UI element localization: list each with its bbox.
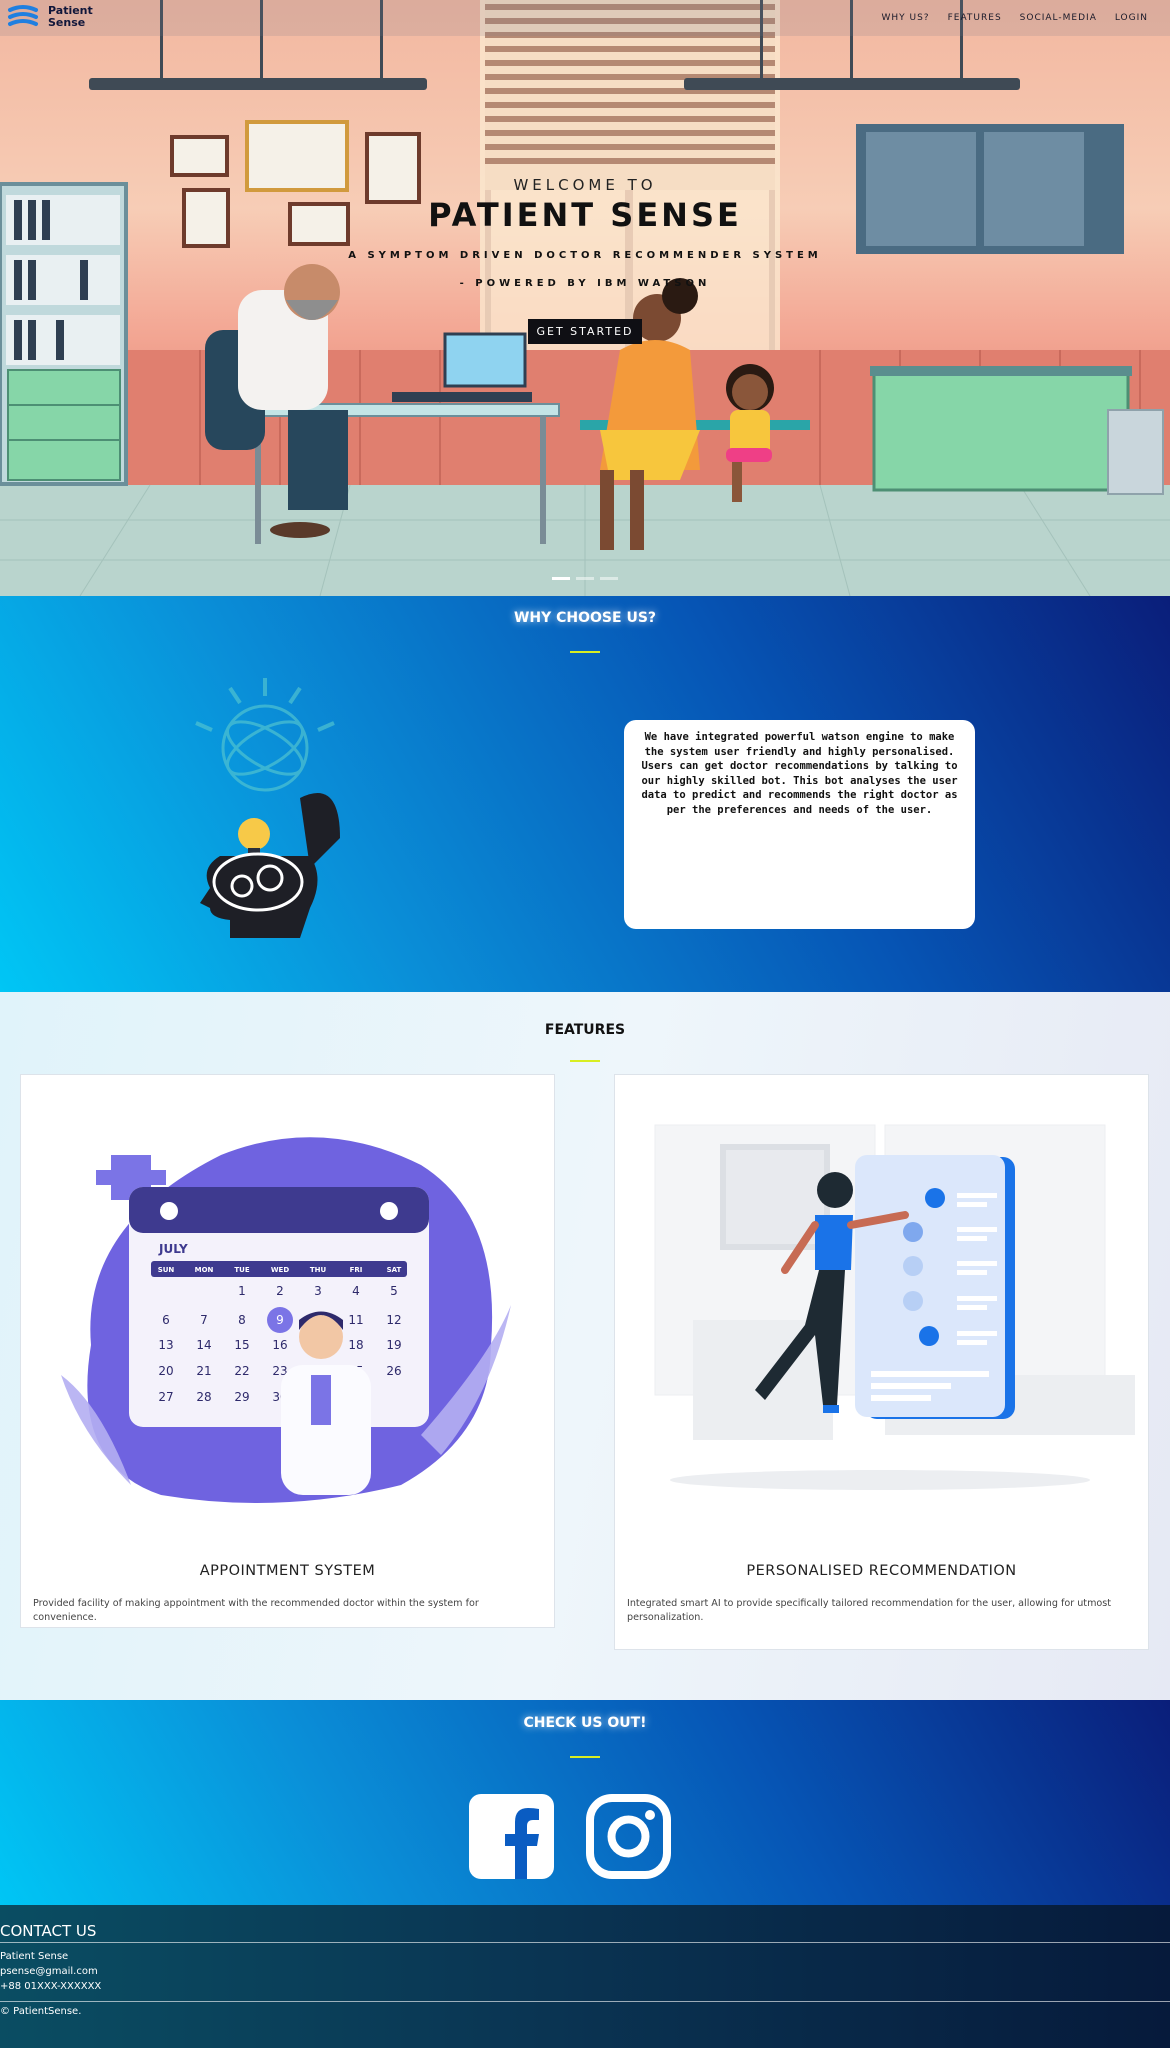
nav-link-login[interactable]: LOGIN [1115, 13, 1148, 23]
calendar-date-11: 11 [348, 1313, 363, 1327]
contact-email[interactable]: psense@gmail.com [0, 1966, 98, 1977]
calendar-date-27: 27 [158, 1390, 173, 1404]
hero-welcome: WELCOME TO [513, 176, 657, 194]
calendar-day-sun: SUN [158, 1266, 175, 1274]
hero-powered-by: - POWERED BY IBM WATSON [459, 278, 711, 289]
get-started-button[interactable]: GET STARTED [528, 319, 642, 344]
calendar-date-18: 18 [348, 1338, 363, 1352]
social-title-underline [570, 1756, 600, 1758]
calendar-day-sat: SAT [387, 1266, 402, 1274]
top-navbar: Patient Sense WHY US? FEATURES SOCIAL-ME… [0, 0, 1170, 36]
calendar-date-9: 9 [276, 1313, 284, 1327]
calendar-date-8: 8 [238, 1313, 246, 1327]
appointment-card-text: Provided facility of making appointment … [33, 1598, 479, 1623]
logo-text: Patient Sense [48, 5, 93, 29]
calendar-date-4: 4 [352, 1284, 360, 1298]
ai-brain-illustration [195, 678, 340, 938]
hero-tagline: A SYMPTOM DRIVEN DOCTOR RECOMMENDER SYST… [348, 250, 822, 261]
contact-phone[interactable]: +88 01XXX-XXXXXX [0, 1981, 101, 1992]
calendar-date-6: 6 [162, 1313, 170, 1327]
head-gears-icon [200, 793, 340, 938]
why-description-text: We have integrated powerful watson engin… [641, 731, 958, 816]
calendar-day-mon: MON [195, 1266, 214, 1274]
facebook-icon[interactable] [469, 1794, 554, 1879]
hero-title: PATIENT SENSE [428, 196, 742, 234]
logo-line-2: Sense [48, 16, 86, 29]
why-section-title: WHY CHOOSE US? [513, 610, 657, 626]
calendar-date-26: 26 [386, 1364, 401, 1378]
features-section: FEATURES JULY SUN MON TUE WED THU FRI SA… [0, 992, 1170, 1700]
contact-name: Patient Sense [0, 1951, 69, 1962]
carousel-dot-3[interactable] [600, 577, 618, 580]
contact-footer: CONTACT US Patient Sense psense@gmail.co… [0, 1905, 1170, 2048]
calendar-date-22: 22 [234, 1364, 249, 1378]
calendar-date-19: 19 [386, 1338, 401, 1352]
nav-link-features[interactable]: FEATURES [948, 13, 1002, 23]
calendar-date-20: 20 [158, 1364, 173, 1378]
why-title-underline [570, 651, 600, 653]
calendar-date-28: 28 [196, 1390, 211, 1404]
calendar-date-1: 1 [238, 1284, 246, 1298]
recommendation-illustration [654, 1124, 1135, 1490]
calendar-day-tue: TUE [234, 1266, 249, 1274]
appointment-system-card: JULY SUN MON TUE WED THU FRI SAT 1234567… [20, 1074, 555, 1628]
carousel-indicators [552, 577, 618, 580]
logo-mark-icon [8, 5, 38, 26]
contact-heading: CONTACT US [0, 1922, 97, 1940]
calendar-day-thu: THU [310, 1266, 327, 1274]
social-section-title: CHECK US OUT! [523, 1715, 647, 1731]
calendar-date-15: 15 [234, 1338, 249, 1352]
calendar-date-14: 14 [196, 1338, 211, 1352]
copyright-text: © PatientSense. [0, 2006, 82, 2017]
recommendation-card-title: PERSONALISED RECOMMENDATION [746, 1563, 1017, 1579]
calendar-date-16: 16 [272, 1338, 287, 1352]
footer-divider-bottom [0, 2001, 1170, 2002]
hero-section: Patient Sense WHY US? FEATURES SOCIAL-ME… [0, 0, 1170, 596]
recommendation-card-text: Integrated smart AI to provide specifica… [627, 1598, 1112, 1623]
calendar-date-12: 12 [386, 1313, 401, 1327]
appointment-card-title: APPOINTMENT SYSTEM [199, 1563, 376, 1579]
calendar-date-2: 2 [276, 1284, 284, 1298]
calendar-date-21: 21 [196, 1364, 211, 1378]
calendar-date-7: 7 [200, 1313, 208, 1327]
carousel-dot-2[interactable] [576, 577, 594, 580]
social-media-section: CHECK US OUT! [0, 1700, 1170, 1905]
instagram-icon[interactable] [586, 1794, 671, 1879]
nav-links: WHY US? FEATURES SOCIAL-MEDIA LOGIN [881, 13, 1148, 23]
calendar-date-3: 3 [314, 1284, 322, 1298]
watson-globe-icon [195, 678, 335, 792]
features-title-underline [570, 1060, 600, 1062]
calendar-doctor-illustration: JULY SUN MON TUE WED THU FRI SAT 1 2 3 4 56 7… [61, 1137, 511, 1503]
lightbulb-icon [238, 818, 270, 858]
why-description-card: We have integrated powerful watson engin… [624, 720, 975, 929]
personalised-recommendation-card: PERSONALISED RECOMMENDATION Integrated s… [614, 1074, 1149, 1650]
calendar-date-5: 5 [390, 1284, 398, 1298]
carousel-dot-1[interactable] [552, 577, 570, 580]
clinic-illustration [0, 0, 1170, 596]
features-section-title: FEATURES [544, 1022, 626, 1038]
footer-divider-top [0, 1942, 1170, 1943]
calendar-date-13: 13 [158, 1338, 173, 1352]
calendar-day-wed: WED [271, 1266, 290, 1274]
nav-link-why-us[interactable]: WHY US? [881, 13, 929, 23]
brand-logo[interactable]: Patient Sense [6, 2, 93, 32]
calendar-day-fri: FRI [350, 1266, 363, 1274]
nav-link-social-media[interactable]: SOCIAL-MEDIA [1020, 13, 1097, 23]
calendar-date-29: 29 [234, 1390, 249, 1404]
why-choose-section: WHY CHOOSE US? We have integrated powerf… [0, 596, 1170, 992]
calendar-month: JULY [158, 1242, 188, 1256]
